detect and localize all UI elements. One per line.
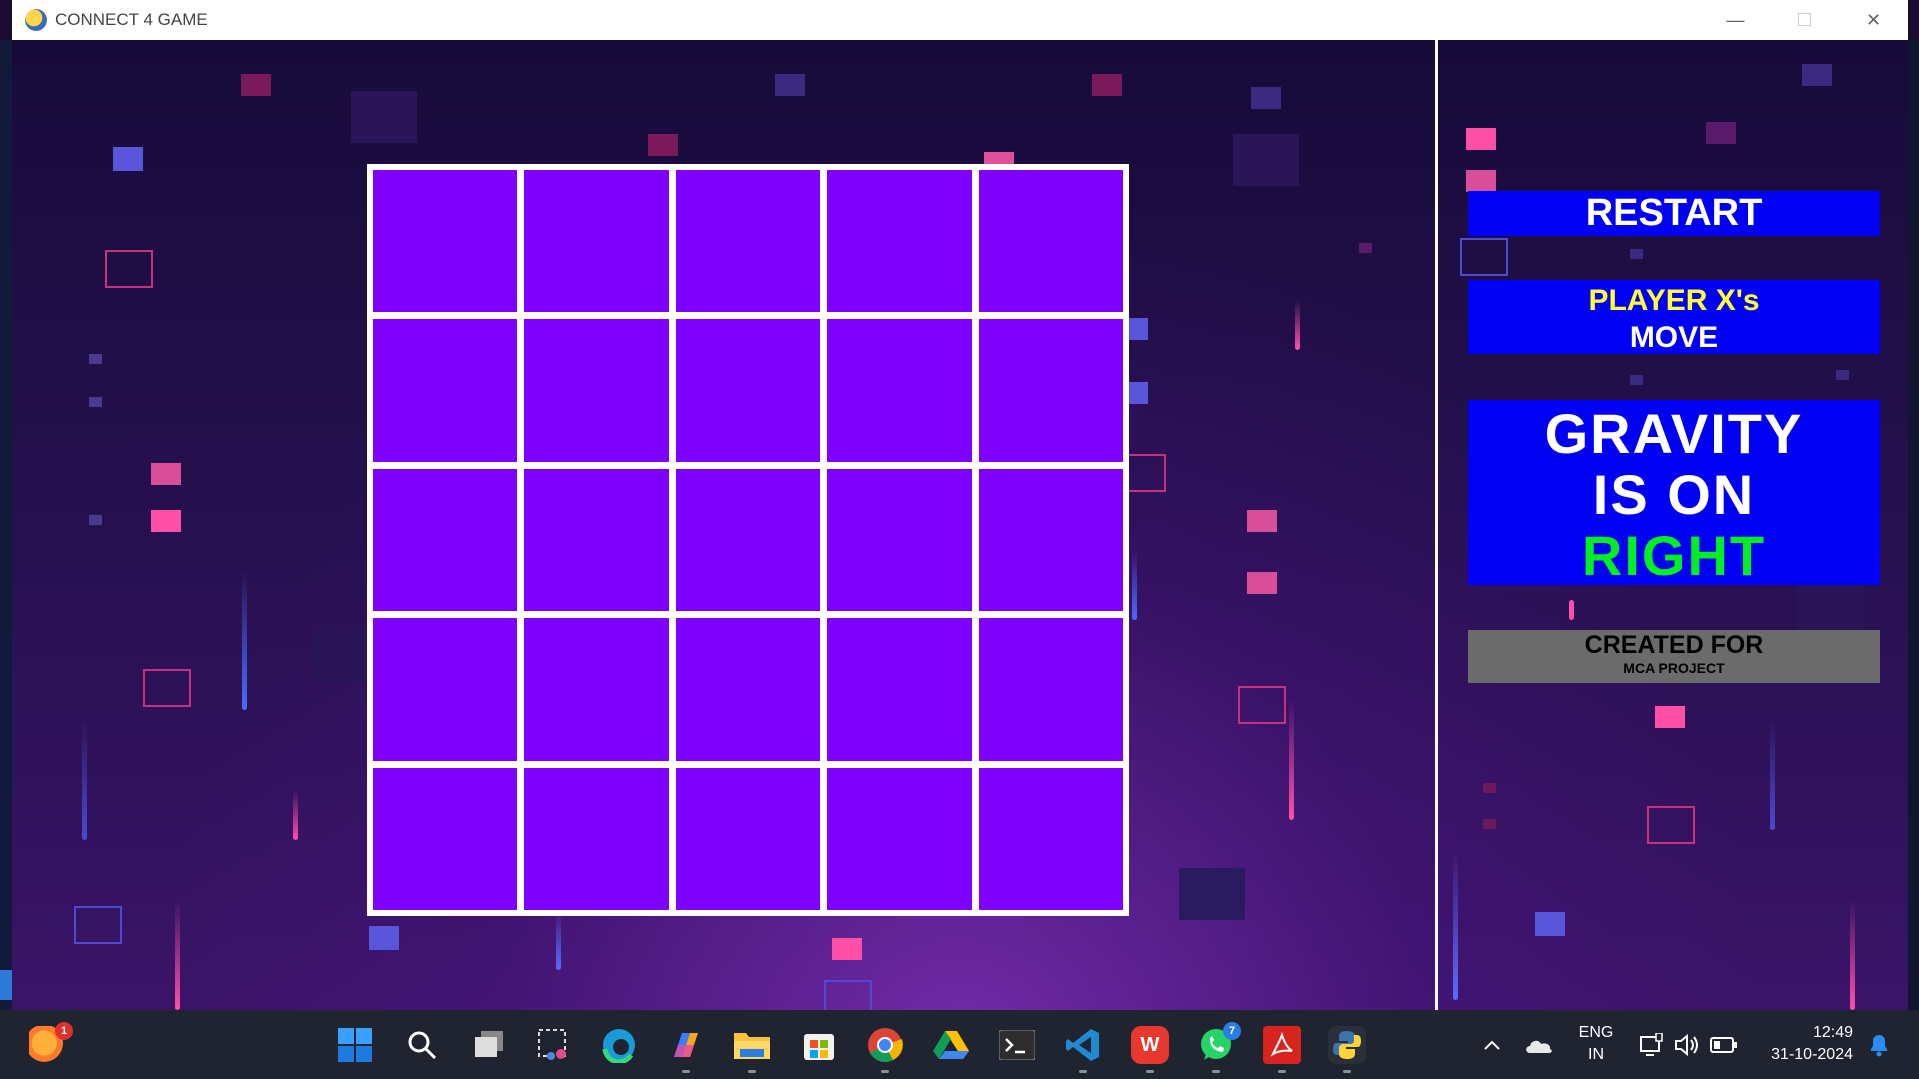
desktop-edge-right [1908, 40, 1919, 1010]
board-cell[interactable] [827, 468, 972, 612]
credit-box: CREATED FOR MCA PROJECT [1468, 630, 1880, 683]
onedrive-icon[interactable] [1520, 1026, 1558, 1064]
gravity-indicator: GRAVITY IS ON RIGHT [1468, 400, 1880, 587]
weather-badge: 1 [55, 1022, 73, 1040]
chevron-up-icon[interactable] [1473, 1026, 1511, 1064]
start-icon[interactable] [336, 1026, 374, 1064]
board-cell[interactable] [524, 319, 669, 462]
acrobat-icon[interactable] [1263, 1026, 1301, 1064]
region-code: IN [1588, 1046, 1604, 1063]
python-icon[interactable] [1328, 1026, 1366, 1064]
turn-indicator: PLAYER X's MOVE [1468, 280, 1880, 354]
pygame-icon [25, 9, 47, 31]
board-cell[interactable] [675, 618, 821, 761]
game-board [367, 164, 1129, 916]
terminal-icon[interactable] [998, 1026, 1036, 1064]
credit-subtitle: MCA PROJECT [1623, 660, 1725, 676]
credit-title: CREATED FOR [1584, 631, 1764, 659]
file-explorer-icon[interactable] [733, 1026, 771, 1064]
board-cell[interactable] [827, 319, 972, 462]
desktop-edge-left [0, 40, 12, 1010]
turn-move-label: MOVE [1629, 321, 1719, 354]
chrome-icon[interactable] [866, 1026, 904, 1064]
board-cell[interactable] [827, 618, 972, 761]
gravity-direction: RIGHT [1581, 524, 1767, 587]
edge-icon[interactable] [600, 1026, 638, 1064]
close-button[interactable]: ✕ [1839, 0, 1908, 40]
board-cell[interactable] [524, 468, 669, 612]
whatsapp-badge: 7 [1223, 1022, 1241, 1040]
google-drive-icon[interactable] [932, 1026, 970, 1064]
notification-bell-icon[interactable] [1860, 1026, 1898, 1064]
turn-player-label: PLAYER X's [1588, 284, 1760, 317]
maximize-button[interactable]: ☐ [1770, 0, 1839, 40]
vscode-icon[interactable] [1064, 1026, 1102, 1064]
board-cell[interactable] [978, 618, 1123, 761]
wps-office-icon[interactable]: W [1131, 1026, 1169, 1064]
board-cell[interactable] [524, 170, 669, 313]
network-icon[interactable] [1632, 1026, 1670, 1064]
microsoft-store-icon[interactable] [800, 1026, 838, 1064]
minimize-button[interactable]: — [1701, 0, 1770, 40]
restart-button[interactable]: RESTART [1468, 191, 1880, 236]
volume-icon[interactable] [1668, 1026, 1706, 1064]
board-cell[interactable] [524, 767, 669, 910]
board-cell[interactable] [675, 767, 821, 910]
language-code: ENG [1578, 1024, 1614, 1041]
board-cell[interactable] [978, 170, 1123, 313]
clock-time: 12:49 [1812, 1024, 1853, 1041]
board-cell[interactable] [978, 319, 1123, 462]
window-title: CONNECT 4 GAME [55, 10, 208, 29]
board-cell[interactable] [675, 319, 821, 462]
board-cell[interactable] [978, 767, 1123, 910]
board-cell[interactable] [373, 170, 518, 313]
board-cell[interactable] [373, 468, 518, 612]
board-cell[interactable] [675, 170, 821, 313]
board-cell[interactable] [373, 618, 518, 761]
game-canvas[interactable]: RESTART PLAYER X's MOVE GRAVITY IS ON RI… [12, 40, 1908, 1010]
gravity-line-2: IS ON [1592, 463, 1756, 526]
battery-icon[interactable] [1705, 1026, 1743, 1064]
board-cell[interactable] [978, 468, 1123, 612]
task-view-icon[interactable] [470, 1026, 508, 1064]
board-cell[interactable] [675, 468, 821, 612]
clock-date: 31-10-2024 [1771, 1046, 1853, 1063]
panel-divider [1435, 40, 1438, 1010]
snipping-tool-icon[interactable] [535, 1026, 573, 1064]
board-cell[interactable] [373, 767, 518, 910]
board-cell[interactable] [373, 319, 518, 462]
window-title-bar: CONNECT 4 GAME — ☐ ✕ [12, 0, 1908, 40]
clock[interactable]: 12:49 31-10-2024 [1753, 1022, 1853, 1066]
board-cell[interactable] [827, 170, 972, 313]
board-cell[interactable] [524, 618, 669, 761]
language-indicator[interactable]: ENG IN [1568, 1022, 1624, 1066]
board-cell[interactable] [827, 767, 972, 910]
copilot-icon[interactable] [667, 1026, 705, 1064]
windows-taskbar: 1 W 7 ENG IN 12:49 31-10-2024 [0, 1010, 1919, 1079]
gravity-line-1: GRAVITY [1544, 402, 1804, 465]
whatsapp-icon[interactable]: 7 [1197, 1022, 1241, 1064]
window-controls: — ☐ ✕ [1701, 0, 1908, 40]
search-icon[interactable] [403, 1026, 441, 1064]
weather-icon[interactable]: 1 [29, 1022, 73, 1064]
